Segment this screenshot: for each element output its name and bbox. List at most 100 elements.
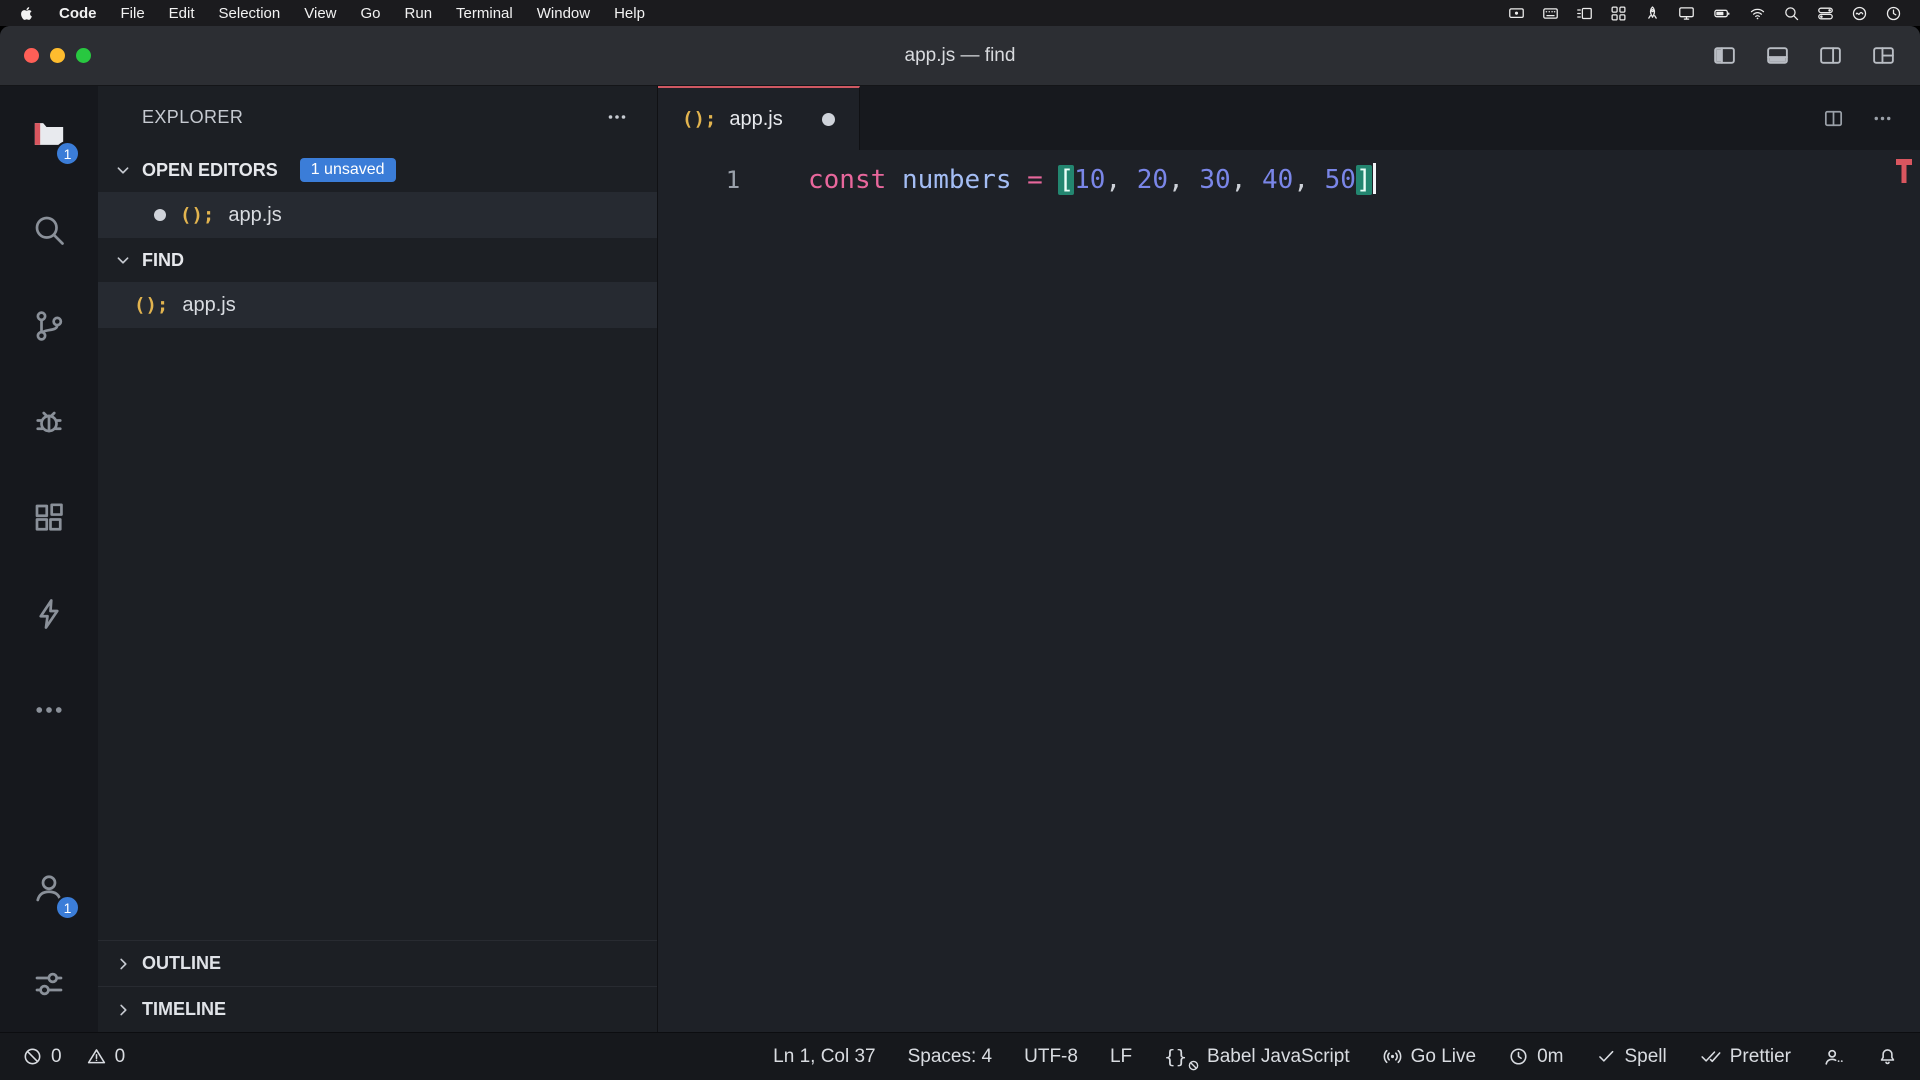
line-number-gutter[interactable]: 1 [658,160,808,200]
section-outline[interactable]: OUTLINE [98,940,657,986]
apple-menu[interactable] [18,5,35,22]
code-token: , [1168,165,1199,195]
problems-warnings[interactable]: 0 [86,1046,126,1068]
ban-icon [1188,1060,1199,1071]
activity-settings[interactable] [0,936,98,1032]
time-tracker-label: 0m [1537,1046,1563,1068]
js-file-icon: (); [134,294,168,316]
layout-controls [1712,26,1896,85]
clock-menubar-icon[interactable] [1885,5,1902,22]
go-live-label: Go Live [1411,1046,1476,1068]
minimize-window-button[interactable] [50,48,65,63]
spell-checker[interactable]: Spell [1596,1046,1667,1068]
close-window-button[interactable] [24,48,39,63]
menu-item-code[interactable]: Code [59,5,97,22]
activity-explorer[interactable]: 1 [0,86,98,182]
cursor-position[interactable]: Ln 1, Col 37 [773,1046,875,1068]
activity-thunder-client[interactable] [0,566,98,662]
toggle-secondary-sidebar-icon[interactable] [1818,43,1843,68]
menu-item-window[interactable]: Window [537,5,590,22]
code-token: , [1105,165,1136,195]
section-timeline[interactable]: TIMELINE [98,986,657,1032]
broadcast-icon [1382,1046,1403,1067]
tab-app-js[interactable]: (); app.js [658,86,860,150]
macos-menubar: Code File Edit Selection View Go Run Terminal Wi… [0,0,1920,26]
more-actions-icon[interactable] [1871,107,1894,130]
problems-errors[interactable]: 0 [22,1046,62,1068]
code-line: const numbers = [10, 20, 30, 40, 50] [808,160,1376,200]
activity-extensions[interactable] [0,470,98,566]
bell-icon [1877,1046,1898,1067]
error-circle-slash-icon [22,1046,43,1067]
activity-search[interactable] [0,182,98,278]
battery-icon[interactable] [1712,5,1732,22]
search-icon [31,212,67,248]
toggle-primary-sidebar-icon[interactable] [1712,43,1737,68]
more-actions-icon[interactable] [605,105,629,129]
tree-item-appjs[interactable]: (); app.js [98,282,657,328]
control-center-icon[interactable] [1817,5,1834,22]
code-token: const [808,165,886,195]
activity-accounts[interactable]: 1 [0,840,98,936]
go-live[interactable]: Go Live [1382,1046,1476,1068]
stage-manager-icon[interactable] [1576,5,1593,22]
menu-item-view[interactable]: View [304,5,336,22]
editor-actions [1822,107,1920,130]
code-row: 1 const numbers = [10, 20, 30, 40, 50] [658,150,1920,200]
encoding[interactable]: UTF-8 [1024,1046,1078,1068]
menu-item-selection[interactable]: Selection [219,5,281,22]
sidebar-title: EXPLORER [142,107,243,128]
menubar-status-icons [1508,5,1902,22]
cursor-position-label: Ln 1, Col 37 [773,1046,875,1068]
customize-layout-icon[interactable] [1871,43,1896,68]
split-editor-icon[interactable] [1822,107,1845,130]
eol-sequence[interactable]: LF [1110,1046,1132,1068]
menu-item-terminal[interactable]: Terminal [456,5,513,22]
chevron-down-icon [112,159,134,181]
menu-item-run[interactable]: Run [405,5,433,22]
menu-item-edit[interactable]: Edit [169,5,195,22]
check-icon [1596,1046,1617,1067]
rocket-icon[interactable] [1644,5,1661,22]
section-folder-find[interactable]: FIND [98,238,657,282]
apple-logo-icon [18,5,35,22]
activity-more[interactable] [0,662,98,758]
app-grid-icon[interactable] [1610,5,1627,22]
minimap-line-marker [1895,158,1913,184]
statusbar-right: Ln 1, Col 37 Spaces: 4 UTF-8 LF {} Babel… [773,1046,1898,1068]
menu-item-go[interactable]: Go [361,5,381,22]
modified-indicator-icon[interactable] [822,113,835,126]
menu-item-help[interactable]: Help [614,5,645,22]
display-icon[interactable] [1678,5,1695,22]
code-token: , [1231,165,1262,195]
open-editor-item-appjs[interactable]: (); app.js [98,192,657,238]
activity-bar: 1 [0,86,98,1032]
activity-run-debug[interactable] [0,374,98,470]
screen-recording-icon[interactable] [1508,5,1525,22]
remote-user[interactable] [1823,1046,1845,1068]
encoding-label: UTF-8 [1024,1046,1078,1068]
siri-icon[interactable] [1851,5,1868,22]
minimap[interactable] [1890,150,1920,1032]
time-tracker[interactable]: 0m [1508,1046,1563,1068]
activity-source-control[interactable] [0,278,98,374]
file-name: app.js [228,204,281,227]
prettier[interactable]: Prettier [1699,1046,1791,1068]
menu-item-file[interactable]: File [121,5,145,22]
toggle-panel-icon[interactable] [1765,43,1790,68]
clock-icon [1508,1046,1529,1067]
folder-label: FIND [142,250,184,271]
section-open-editors[interactable]: OPEN EDITORS 1 unsaved [98,148,657,192]
text-cursor [1373,163,1376,194]
wifi-icon[interactable] [1749,5,1766,22]
zoom-window-button[interactable] [76,48,91,63]
keyboard-icon[interactable] [1542,5,1559,22]
notifications[interactable] [1877,1046,1898,1067]
spotlight-icon[interactable] [1783,5,1800,22]
language-mode[interactable]: {} Babel JavaScript [1164,1046,1349,1068]
code-token: 10 [1074,165,1105,195]
tab-bar: (); app.js [658,86,1920,150]
prettier-label: Prettier [1730,1046,1791,1068]
editor[interactable]: 1 const numbers = [10, 20, 30, 40, 50] [658,150,1920,1032]
indentation[interactable]: Spaces: 4 [908,1046,993,1068]
